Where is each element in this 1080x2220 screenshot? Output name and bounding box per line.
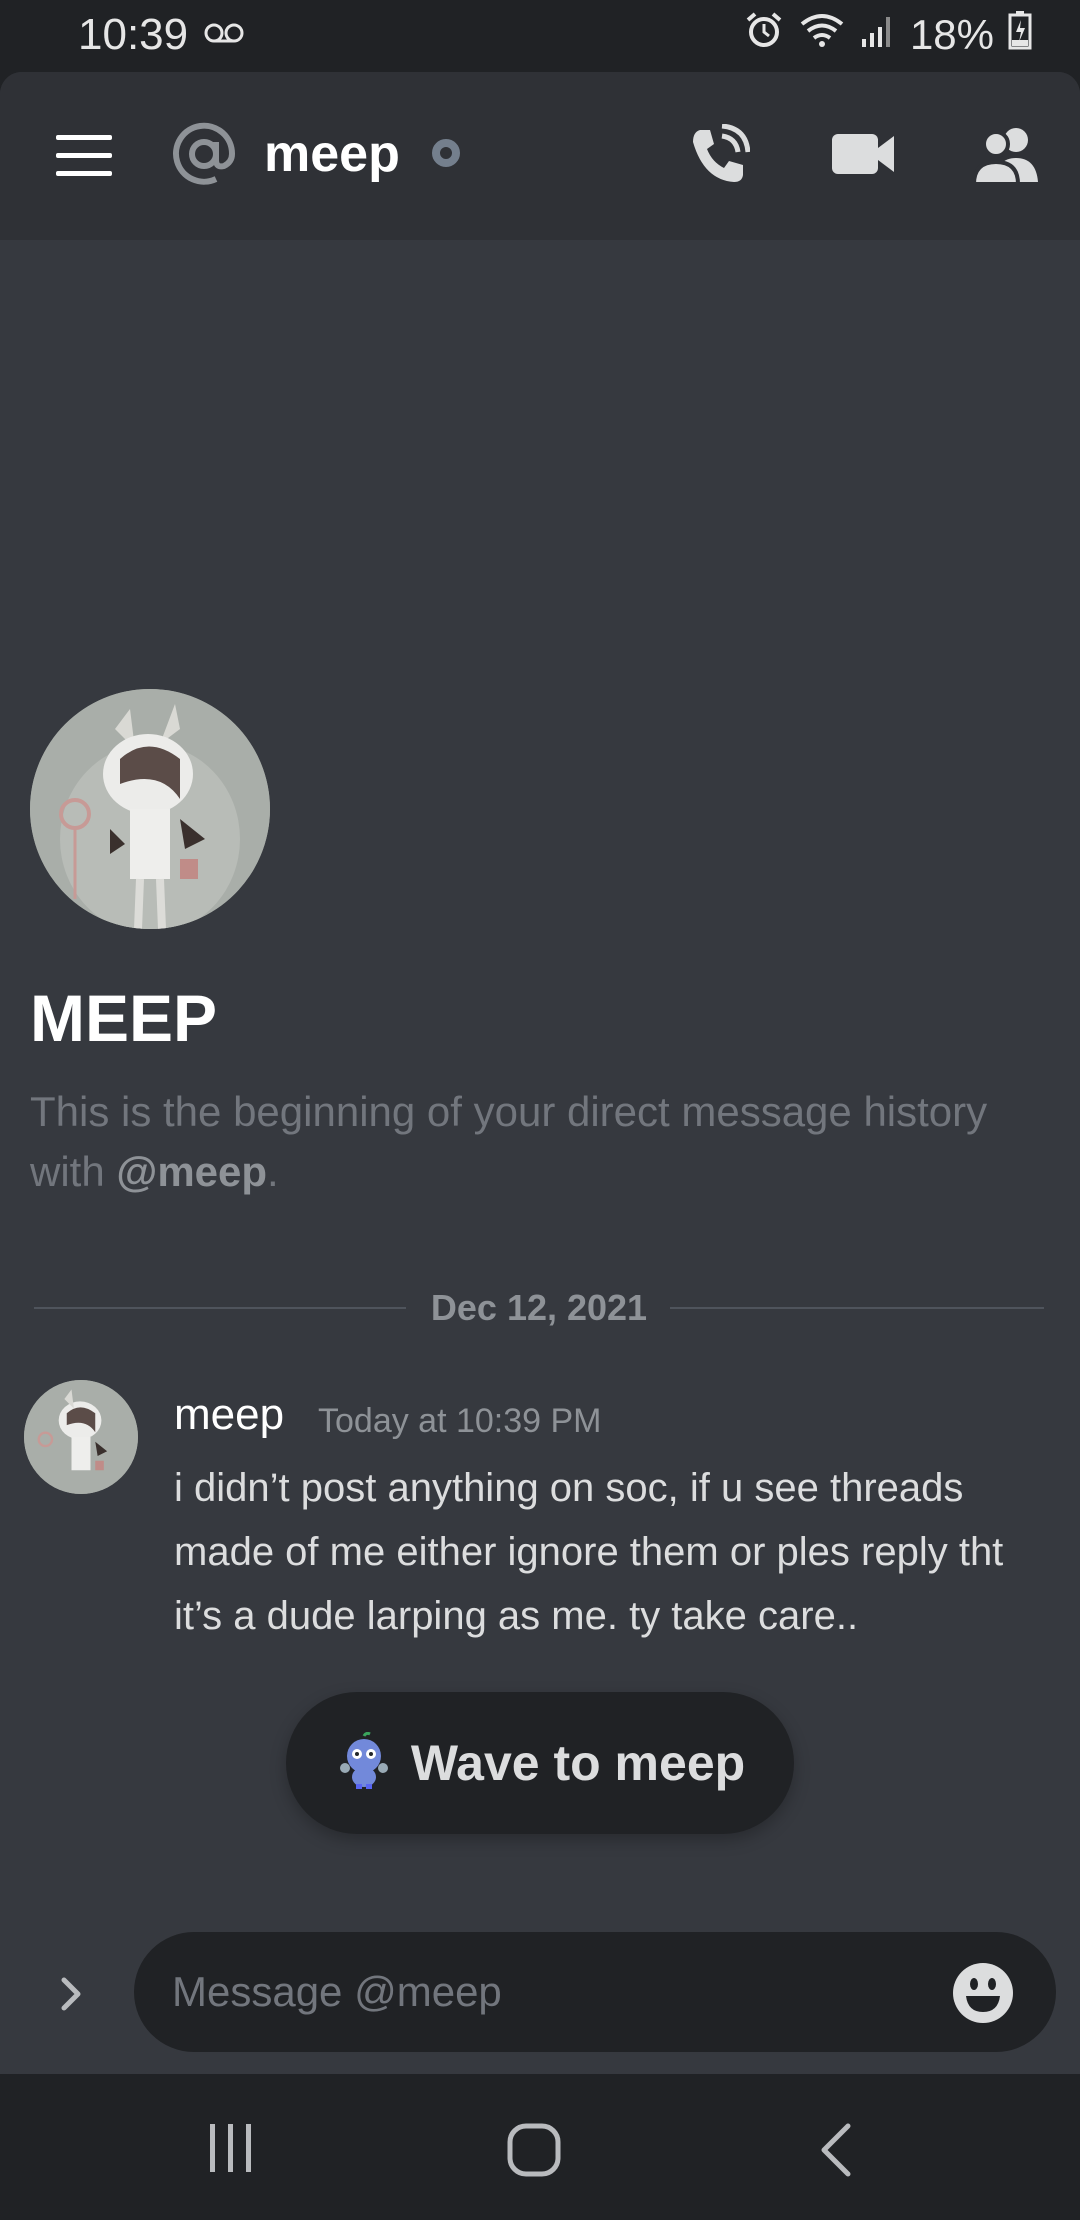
wave-button[interactable]: Wave to meep [286,1692,794,1834]
video-call-icon[interactable] [832,130,896,183]
wave-button-label: Wave to meep [410,1735,746,1791]
message-timestamp: Today at 10:39 PM [318,1402,602,1440]
intro-suffix: . [267,1148,279,1195]
emoji-icon[interactable] [952,1962,1014,2029]
intro-mention[interactable]: @meep [116,1148,267,1195]
divider-line-left [34,1307,406,1309]
members-icon[interactable] [971,126,1040,189]
divider-date: Dec 12, 2021 [430,1287,648,1328]
divider-line-right [670,1307,1044,1309]
channel-title: meep [264,125,400,183]
channel-header: meep [0,72,1080,240]
profile-name: MEEP [30,981,218,1055]
dm-intro-text: This is the beginning of your direct mes… [30,1082,1030,1202]
offline-status-icon [432,139,460,167]
recent-apps-icon[interactable] [206,2122,256,2179]
wifi-icon [798,10,846,60]
expand-chevron-icon[interactable] [58,1974,86,2019]
at-sign-icon [172,122,236,191]
system-navigation-bar [0,2074,1080,2220]
battery-icon [1008,10,1032,60]
wumpus-wave-icon [335,1731,393,1795]
voicemail-icon [204,22,244,49]
status-time: 10:39 [78,10,189,59]
status-icons: 18% [744,10,1032,60]
menu-icon[interactable] [56,135,112,182]
signal-icon [860,11,896,59]
message-avatar[interactable] [24,1380,138,1494]
message-content: i didn’t post anything on soc, if u see … [174,1466,1004,1638]
battery-percentage: 18% [909,11,994,58]
voice-call-icon[interactable] [686,123,751,193]
status-bar: 10:39 18% [0,0,1080,72]
message-author[interactable]: meep [174,1390,284,1440]
date-divider: Dec 12, 2021 [34,1287,1044,1328]
alarm-icon [744,10,784,60]
profile-avatar[interactable] [30,689,270,929]
home-icon[interactable] [506,2122,562,2183]
message-input[interactable] [134,1932,1056,2052]
back-icon[interactable] [816,2122,856,2183]
dm-screen: meep MEEP This is the beginning of your … [0,72,1080,2074]
